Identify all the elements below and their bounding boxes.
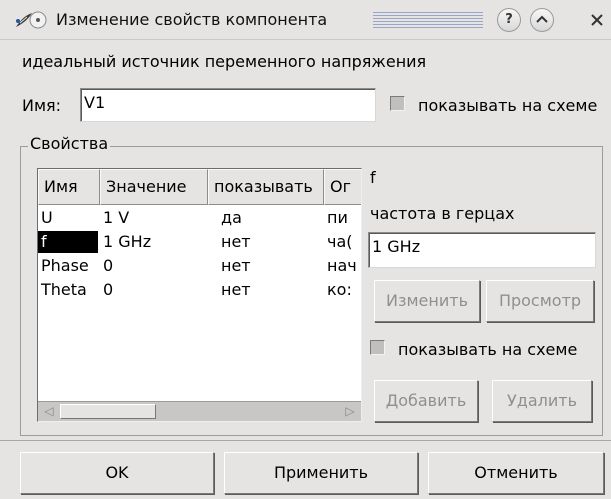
cell-show: нет [221, 256, 251, 275]
properties-group-title: Свойства [28, 134, 111, 153]
cell-show: нет [221, 280, 251, 299]
browse-button[interactable]: Просмотр [486, 280, 594, 322]
name-label: Имя: [22, 96, 62, 115]
cell-description: пи [327, 208, 348, 227]
delete-button[interactable]: Удалить [492, 380, 592, 422]
table-row[interactable]: Phase 0 нет нач [38, 255, 361, 277]
circle-dot-icon[interactable] [28, 10, 48, 30]
footer-separator [0, 440, 611, 441]
table-header: Имя Значение показывать Ог [38, 169, 361, 205]
cell-name-selected: f [38, 231, 98, 253]
param-description: частота в герцах [370, 204, 515, 223]
table-row[interactable]: f 1 GHz нет ча( [38, 231, 361, 253]
add-button[interactable]: Добавить [374, 380, 478, 422]
column-header-show[interactable]: показывать [208, 169, 324, 205]
cell-value: 0 [103, 280, 114, 299]
table-row[interactable]: Theta 0 нет ко: [38, 279, 361, 301]
cell-value: 1 GHz [103, 232, 152, 251]
question-mark-icon[interactable]: ? [497, 8, 521, 32]
scroll-left-icon[interactable]: ◁ [40, 403, 58, 420]
table-row[interactable]: U 1 V да пи [38, 207, 361, 229]
cell-value: 1 V [103, 208, 130, 227]
scroll-right-icon[interactable]: ▷ [341, 403, 359, 420]
cell-show: нет [221, 232, 251, 251]
scrollbar-thumb[interactable] [60, 404, 156, 419]
cell-description: нач [327, 256, 357, 275]
column-header-value[interactable]: Значение [100, 169, 208, 205]
cell-name: Theta [41, 280, 87, 299]
title-bar[interactable]: Изменение свойств компонента ? [0, 0, 611, 40]
column-header-name[interactable]: Имя [38, 169, 100, 205]
param-name: f [370, 168, 376, 187]
close-icon[interactable] [590, 13, 604, 27]
cancel-button[interactable]: Отменить [428, 452, 604, 494]
param-show-label: показывать на схеме [398, 340, 578, 359]
cell-value: 0 [103, 256, 114, 275]
column-header-description[interactable]: Ог [324, 169, 361, 205]
param-show-checkbox[interactable] [370, 340, 385, 355]
name-input[interactable]: V1 [80, 88, 376, 122]
apply-button[interactable]: Применить [224, 452, 418, 494]
component-description: идеальный источник переменного напряжени… [22, 52, 427, 71]
horizontal-scrollbar[interactable]: ◁ ▷ [38, 401, 361, 421]
window-title: Изменение свойств компонента [56, 10, 328, 29]
cell-description: ча( [327, 232, 353, 251]
cell-name: Phase [41, 256, 89, 275]
change-button[interactable]: Изменить [374, 280, 480, 322]
properties-table[interactable]: Имя Значение показывать Ог U 1 V да пи f… [37, 168, 362, 422]
chevron-up-icon[interactable] [530, 8, 554, 32]
title-decoration [373, 12, 483, 28]
cell-description: ко: [327, 280, 352, 299]
cell-show: да [221, 208, 242, 227]
name-show-checkbox[interactable] [390, 96, 405, 111]
cell-name: U [41, 208, 53, 227]
name-show-label: показывать на схеме [418, 96, 598, 115]
param-value-input[interactable]: 1 GHz [368, 232, 596, 268]
ok-button[interactable]: OK [20, 452, 214, 494]
